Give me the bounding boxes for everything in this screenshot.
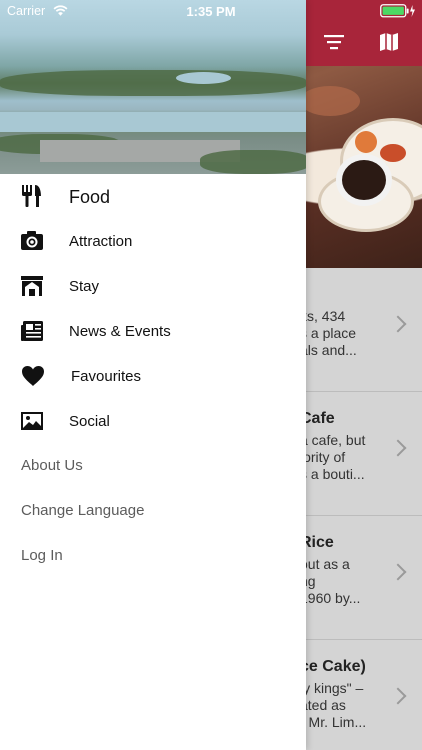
list-item-desc-line: r Mr. Lim... [300,714,367,730]
filter-icon[interactable] [322,30,346,54]
menu-item-food[interactable]: Food [0,174,306,218]
menu-item-label: Change Language [21,502,145,519]
side-drawer: Food Attraction Stay News & Events Favou… [0,0,306,750]
list-item-desc-line: s a bouti... [300,466,365,482]
chevron-right-icon [389,439,407,457]
river [0,112,306,132]
menu-item-label: Attraction [69,233,133,250]
list-item-title: ce Cake) [300,658,366,675]
menu-item-about-us[interactable]: About Us [0,444,306,488]
clock: 1:35 PM [186,4,236,19]
list-item-desc-line: s a place [300,325,357,341]
list-item-desc-line: jority of [300,449,346,465]
list-item-desc-line: ks, 434 [300,308,346,324]
menu-item-label: Stay [69,278,100,295]
food-piece [380,144,406,162]
status-bar: Carrier 1:35 PM [0,0,422,22]
food-piece [300,86,360,116]
food-piece [355,131,377,153]
menu-item-attraction[interactable]: Attraction [0,219,306,263]
map-icon[interactable] [377,30,401,54]
newspaper-icon [21,321,43,341]
coffee-cup [336,154,392,206]
list-item-desc-line: a cafe, but [300,432,366,448]
heart-icon [22,366,44,386]
treeline [200,150,306,174]
image-icon [21,412,43,430]
chevron-right-icon [389,315,407,333]
list-item-desc-line: ly kings" – [300,680,364,696]
list-item-desc-line: out as a [300,556,350,572]
chevron-right-icon [389,687,407,705]
menu-item-label: Social [69,413,110,430]
fork-knife-icon [22,185,41,207]
battery-charging-icon [380,4,415,18]
treeline [0,70,306,96]
menu-item-news-events[interactable]: News & Events [0,309,306,353]
menu-item-label: Food [69,187,111,207]
menu-item-social[interactable]: Social [0,399,306,443]
menu-item-label: Log In [21,547,63,564]
camera-icon [21,231,43,250]
hotel-icon [21,276,43,296]
menu-item-stay[interactable]: Stay [0,264,306,308]
chevron-right-icon [389,563,407,581]
menu-item-label: News & Events [69,323,171,340]
drawer-header-image [0,0,306,174]
menu-item-label: About Us [21,457,83,474]
lake [176,72,231,84]
menu-item-favourites[interactable]: Favourites [0,354,306,398]
list-item-desc-line: ated as [300,697,346,713]
list-item-desc-line: als and... [300,342,357,358]
menu-item-change-language[interactable]: Change Language [0,489,306,533]
list-item-desc-line: 1960 by... [300,590,361,606]
menu-item-label: Favourites [71,368,142,385]
menu-item-log-in[interactable]: Log In [0,534,306,578]
